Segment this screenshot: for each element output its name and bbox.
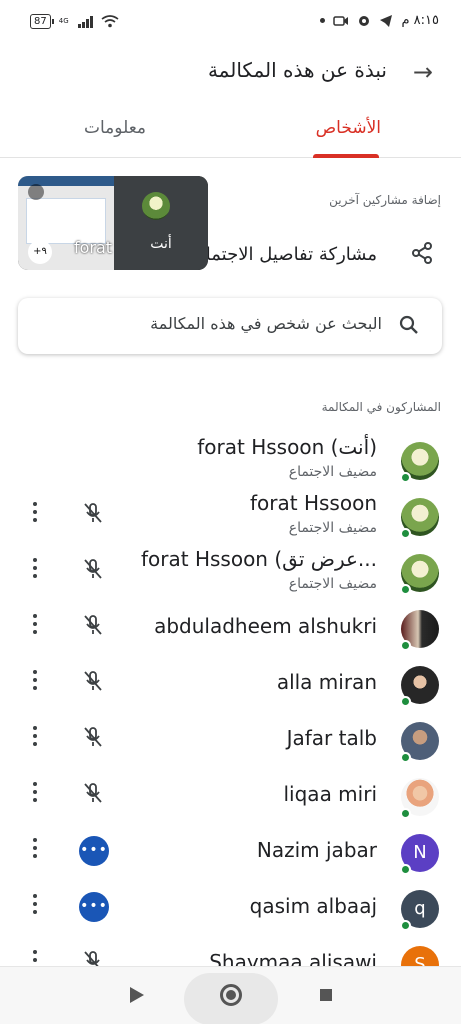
presence-dot [400, 640, 411, 651]
self-label: أنت [150, 236, 172, 252]
speaking-indicator-icon: ••• [79, 892, 109, 922]
speaking-indicator-icon: ••• [79, 836, 109, 866]
participant-name: alla miran [276, 670, 377, 694]
presence-dot [400, 528, 411, 539]
participant-name: Nazim jabar [256, 838, 377, 862]
participants-section-label: المشاركون في المكالمة [321, 400, 441, 414]
notification-dot [320, 18, 326, 23]
header: → نبذة عن هذه المكالمة [0, 50, 461, 94]
add-participants-label: إضافة مشاركين آخرين [329, 193, 441, 207]
self-view-tile[interactable]: +٩ forat أنت [18, 176, 208, 270]
participant-name: qasim albaaj [249, 894, 377, 918]
participant-row[interactable]: forat Hssoon (عرض تق... مضيف الاجتماع [0, 542, 461, 598]
participant-row[interactable]: N Nazim jabar ••• [0, 822, 461, 878]
network-type: 4G [58, 17, 69, 25]
participant-name: Jafar talb [286, 726, 377, 750]
screen-share-name: forat [74, 238, 113, 257]
more-options-icon[interactable] [30, 838, 40, 860]
settings-icon [359, 15, 370, 26]
presence-dot [400, 920, 411, 931]
presence-dot [400, 864, 411, 875]
participant-row[interactable]: liqaa miri [0, 766, 461, 822]
active-tab-indicator [313, 154, 379, 158]
search-icon [399, 315, 418, 334]
participant-role: مضيف الاجتماع [288, 520, 377, 536]
more-participants-count: +٩ [28, 240, 52, 264]
tab-bar: الأشخاص معلومات [0, 106, 461, 158]
mic-off-icon [84, 503, 102, 523]
presence-dot [400, 472, 411, 483]
participant-name: forat Hssoon [250, 491, 377, 515]
system-navigation-bar [0, 966, 461, 1024]
participant-row[interactable]: abduladheem alshukri [0, 598, 461, 654]
clock: ٨:١٥ م [401, 13, 439, 28]
status-bar: 87 4G ٨:١٥ م [0, 0, 461, 44]
participant-name: forat Hssoon (عرض تق... [141, 547, 377, 571]
presence-dot [400, 696, 411, 707]
more-options-icon[interactable] [30, 782, 40, 804]
video-icon [333, 15, 349, 26]
wifi-icon [101, 15, 119, 28]
more-options-icon[interactable] [30, 670, 40, 692]
presence-dot [400, 808, 411, 819]
self-avatar [142, 192, 170, 220]
participant-row[interactable]: alla miran [0, 654, 461, 710]
more-options-icon[interactable] [30, 502, 40, 524]
tab-info[interactable]: معلومات [84, 118, 146, 138]
page-title: نبذة عن هذه المكالمة [207, 58, 387, 82]
more-options-icon[interactable] [30, 614, 40, 636]
participant-row[interactable]: q qasim albaaj ••• [0, 878, 461, 934]
participant-name: liqaa miri [283, 782, 378, 806]
participant-name: abduladheem alshukri [154, 614, 377, 638]
participant-role: مضيف الاجتماع [288, 576, 377, 592]
more-options-icon[interactable] [30, 558, 40, 580]
presence-dot [400, 584, 411, 595]
mic-off-icon [84, 671, 102, 691]
participant-row[interactable]: forat Hssoon مضيف الاجتماع [0, 486, 461, 542]
status-right: ٨:١٥ م [320, 13, 439, 28]
search-placeholder: البحث عن شخص في هذه المكالمة [150, 314, 382, 333]
more-options-icon[interactable] [30, 726, 40, 748]
presence-dot [400, 752, 411, 763]
nav-home-icon[interactable] [220, 984, 242, 1006]
self-camera-tile: أنت [114, 176, 208, 270]
back-arrow-icon[interactable]: → [413, 58, 433, 86]
telegram-icon [380, 14, 393, 27]
mic-off-icon [84, 615, 102, 635]
share-meeting-details-label: مشاركة تفاصيل الاجتماع [195, 244, 377, 265]
participant-row[interactable]: Jafar talb [0, 710, 461, 766]
participant-role: مضيف الاجتماع [288, 464, 377, 480]
mic-off-icon [84, 559, 102, 579]
participant-row[interactable]: forat Hssoon (أنت) مضيف الاجتماع [0, 430, 461, 486]
screen-share-preview: +٩ forat [18, 176, 114, 270]
nav-recents-icon[interactable] [320, 989, 332, 1001]
battery-icon: 87 [30, 14, 54, 29]
participant-name: forat Hssoon (أنت) [197, 435, 377, 459]
share-icon [412, 242, 432, 264]
mic-off-icon [84, 727, 102, 747]
tab-people[interactable]: الأشخاص [316, 118, 381, 138]
signal-icon [77, 15, 93, 28]
nav-back-icon[interactable] [130, 987, 144, 1003]
mic-off-icon [28, 184, 44, 200]
status-left: 87 4G [30, 14, 119, 29]
mic-off-icon [84, 783, 102, 803]
more-options-icon[interactable] [30, 894, 40, 916]
search-input[interactable]: البحث عن شخص في هذه المكالمة [18, 298, 442, 354]
